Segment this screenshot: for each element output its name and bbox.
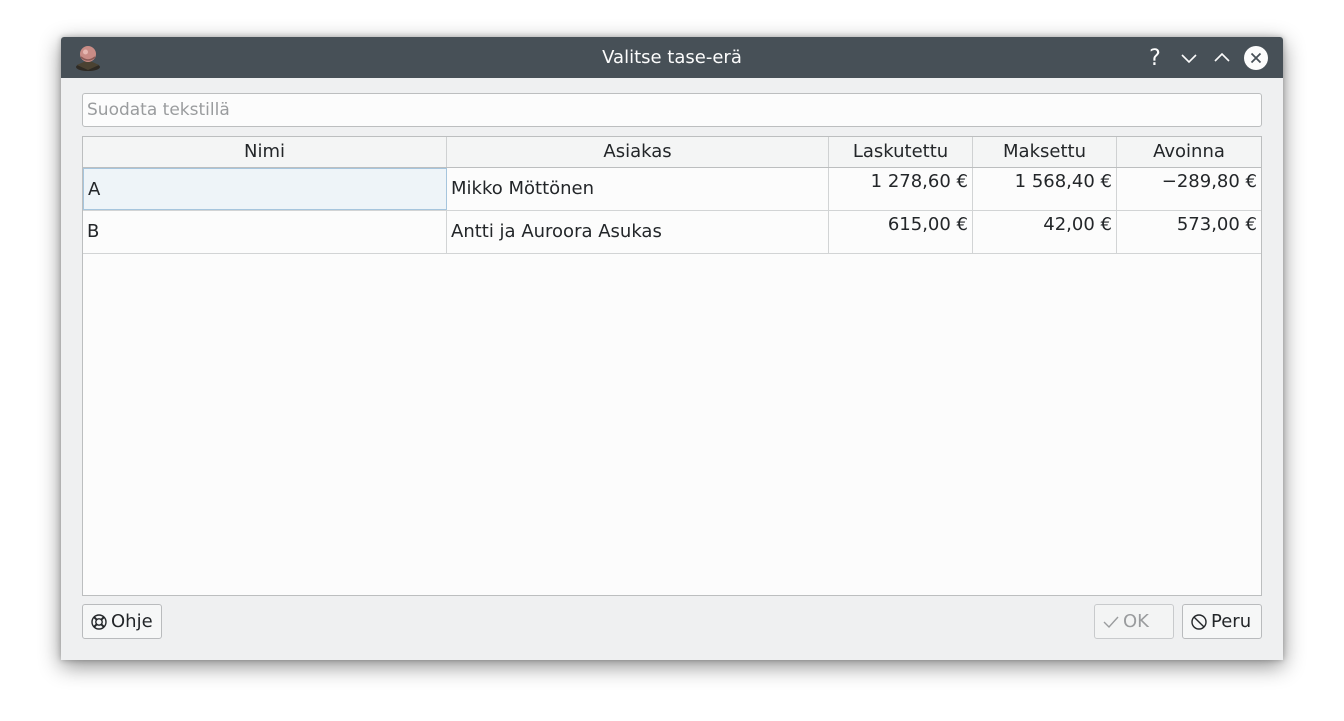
close-button[interactable] — [1243, 45, 1269, 71]
cell-asiakas[interactable]: Mikko Möttönen — [447, 168, 829, 210]
maximize-button[interactable] — [1209, 45, 1235, 71]
help-button-label: Ohje — [111, 611, 153, 632]
ok-button-label: OK — [1123, 611, 1149, 632]
cell-asiakas[interactable]: Antti ja Auroora Asukas — [447, 211, 829, 253]
column-header-asiakas[interactable]: Asiakas — [447, 137, 829, 167]
cell-avoinna[interactable]: −289,80 € — [1117, 168, 1261, 210]
cell-nimi[interactable]: A — [83, 168, 447, 210]
help-icon: ? — [1149, 45, 1161, 71]
filter-input[interactable] — [82, 93, 1262, 127]
table-row[interactable]: B Antti ja Auroora Asukas 615,00 € 42,00… — [83, 211, 1261, 254]
column-header-maksettu[interactable]: Maksettu — [973, 137, 1117, 167]
lifebuoy-icon — [90, 613, 108, 631]
title-bar[interactable]: Valitse tase-erä ? — [61, 37, 1283, 78]
help-button[interactable]: Ohje — [82, 604, 162, 639]
cell-laskutettu[interactable]: 1 278,60 € — [829, 168, 973, 210]
column-header-avoinna[interactable]: Avoinna — [1117, 137, 1261, 167]
cell-maksettu[interactable]: 42,00 € — [973, 211, 1117, 253]
table-header: Nimi Asiakas Laskutettu Maksettu Avoinna — [83, 137, 1261, 168]
chevron-up-icon — [1214, 52, 1230, 62]
cell-nimi[interactable]: B — [83, 211, 447, 253]
window-title: Valitse tase-erä — [602, 47, 742, 68]
cancel-button[interactable]: Peru — [1182, 604, 1262, 639]
ok-button[interactable]: OK — [1094, 604, 1174, 639]
column-header-nimi[interactable]: Nimi — [83, 137, 447, 167]
cancel-button-label: Peru — [1211, 611, 1252, 632]
select-balance-item-dialog: Valitse tase-erä ? Nimi Asiakas Laskutet… — [61, 37, 1283, 660]
close-icon — [1244, 46, 1268, 70]
cancel-icon — [1190, 613, 1208, 631]
table-row[interactable]: A Mikko Möttönen 1 278,60 € 1 568,40 € −… — [83, 168, 1261, 211]
checkmark-icon — [1102, 613, 1120, 631]
help-title-button[interactable]: ? — [1142, 45, 1168, 71]
cell-avoinna[interactable]: 573,00 € — [1117, 211, 1261, 253]
minimize-button[interactable] — [1176, 45, 1202, 71]
column-header-laskutettu[interactable]: Laskutettu — [829, 137, 973, 167]
chevron-down-icon — [1181, 54, 1197, 64]
cell-laskutettu[interactable]: 615,00 € — [829, 211, 973, 253]
balance-items-table: Nimi Asiakas Laskutettu Maksettu Avoinna… — [82, 136, 1262, 596]
cell-maksettu[interactable]: 1 568,40 € — [973, 168, 1117, 210]
